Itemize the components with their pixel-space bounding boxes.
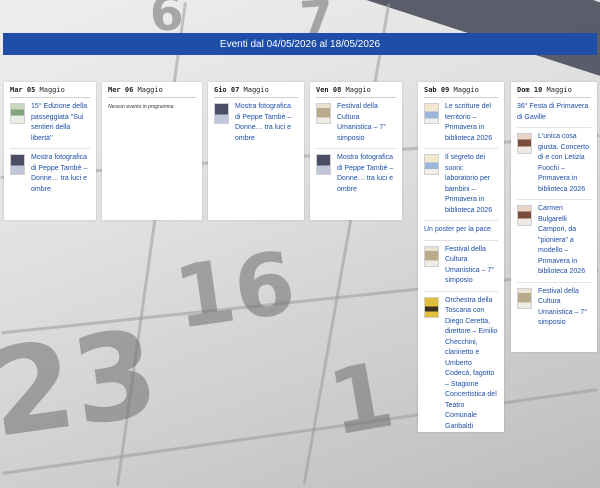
event-item[interactable]: Mostra fotografica di Peppe Tambè – Donn… [316,153,396,199]
month-label: Maggio [243,86,269,94]
event-thumbnail-icon[interactable] [214,103,229,124]
no-events-message: Nessun evento in programma [108,104,174,110]
event-title-link[interactable]: Le scritture del territorio – Primavera … [445,102,498,144]
event-title-link[interactable]: Festival della Cultura Umanistica – 7° s… [337,102,396,144]
day-heading: Mer 06 Maggio [108,82,196,98]
event-thumbnail-icon[interactable] [424,103,439,124]
event-item[interactable]: Il segreto dei suoni: laboratorio per ba… [424,153,498,221]
day-heading: Gio 07 Maggio [214,82,298,98]
event-title-link[interactable]: Orchestra della Toscana con Diego Cerett… [445,296,498,433]
event-thumbnail-icon[interactable] [10,154,25,175]
day-heading: Ven 08 Maggio [316,82,396,98]
event-item[interactable]: Mostra fotografica di Peppe Tambè – Donn… [10,153,90,199]
event-item[interactable]: 15° Edizione della passeggiata "Sui sent… [10,102,90,149]
event-title-link[interactable]: Il segreto dei suoni: laboratorio per ba… [445,153,498,216]
event-thumbnail-icon[interactable] [424,154,439,175]
day-card-mer-06: Mer 06 Maggio Nessun evento in programma [102,82,202,220]
event-item[interactable]: Mostra fotografica di Peppe Tambè – Donn… [214,102,298,148]
day-label: Mer 06 [108,86,134,94]
event-title-link[interactable]: Mostra fotografica di Peppe Tambè – Donn… [235,102,298,144]
event-title-link[interactable]: 36° Festa di Primavera di Gaville [517,102,591,123]
month-label: Maggio [345,86,371,94]
event-title-link[interactable]: Mostra fotografica di Peppe Tambè – Donn… [337,153,396,195]
events-range-banner: Eventi dal 04/05/2026 al 18/05/2026 [3,33,597,55]
event-thumbnail-icon[interactable] [10,103,25,124]
month-label: Maggio [39,86,65,94]
event-title-link[interactable]: Festival della Cultura Umanistica – 7° s… [445,245,498,287]
event-item[interactable]: Le scritture del territorio – Primavera … [424,102,498,149]
event-item[interactable]: Festival della Cultura Umanistica – 7° s… [517,287,591,333]
event-title-link[interactable]: Festival della Cultura Umanistica – 7° s… [538,287,591,329]
day-label: Sab 09 [424,86,450,94]
day-label: Ven 08 [316,86,342,94]
month-label: Maggio [453,86,479,94]
banner-title: Eventi dal 04/05/2026 al 18/05/2026 [219,38,381,50]
event-item[interactable]: Festival della Cultura Umanistica – 7° s… [424,245,498,292]
day-heading: Sab 09 Maggio [424,82,498,98]
event-item[interactable]: Carmen Bulgarelli Campori, da "pioniera"… [517,204,591,283]
event-title-link[interactable]: Mostra fotografica di Peppe Tambè – Donn… [31,153,90,195]
event-title-link[interactable]: Un poster per la pace [424,225,498,236]
month-label: Maggio [546,86,572,94]
background-calendar-photo: 16 23 1 6 7 [0,0,600,488]
event-item[interactable]: Orchestra della Toscana con Diego Cerett… [424,296,498,437]
event-title-link[interactable]: 15° Edizione della passeggiata "Sui sent… [31,102,90,144]
day-label: Mar 05 [10,86,36,94]
day-label: Dom 10 [517,86,543,94]
event-item[interactable]: Festival della Cultura Umanistica – 7° s… [316,102,396,149]
event-poster-icon[interactable] [424,296,439,318]
event-thumbnail-icon[interactable] [316,103,331,124]
day-card-gio-07: Gio 07 Maggio Mostra fotografica di Pepp… [208,82,304,220]
day-card-ven-08: Ven 08 Maggio Festival della Cultura Uma… [310,82,402,220]
event-item[interactable]: 36° Festa di Primavera di Gaville [517,102,591,128]
event-thumbnail-icon[interactable] [316,154,331,175]
event-item[interactable]: Un poster per la pace [424,225,498,241]
event-thumbnail-icon[interactable] [517,205,532,226]
event-title-link[interactable]: L'unica cosa giusta. Concerto di e con L… [538,132,591,195]
day-card-mar-05: Mar 05 Maggio 15° Edizione della passegg… [4,82,96,220]
event-thumbnail-icon[interactable] [424,245,439,267]
day-heading: Mar 05 Maggio [10,82,90,98]
event-thumbnail-icon[interactable] [517,133,532,154]
day-heading: Dom 10 Maggio [517,82,591,98]
day-card-dom-10: Dom 10 Maggio 36° Festa di Primavera di … [511,82,597,352]
day-card-sab-09: Sab 09 Maggio Le scritture del territori… [418,82,504,432]
event-item[interactable]: L'unica cosa giusta. Concerto di e con L… [517,132,591,200]
day-label: Gio 07 [214,86,240,94]
event-thumbnail-icon[interactable] [517,287,532,309]
month-label: Maggio [137,86,163,94]
event-title-link[interactable]: Carmen Bulgarelli Campori, da "pioniera"… [538,204,591,278]
